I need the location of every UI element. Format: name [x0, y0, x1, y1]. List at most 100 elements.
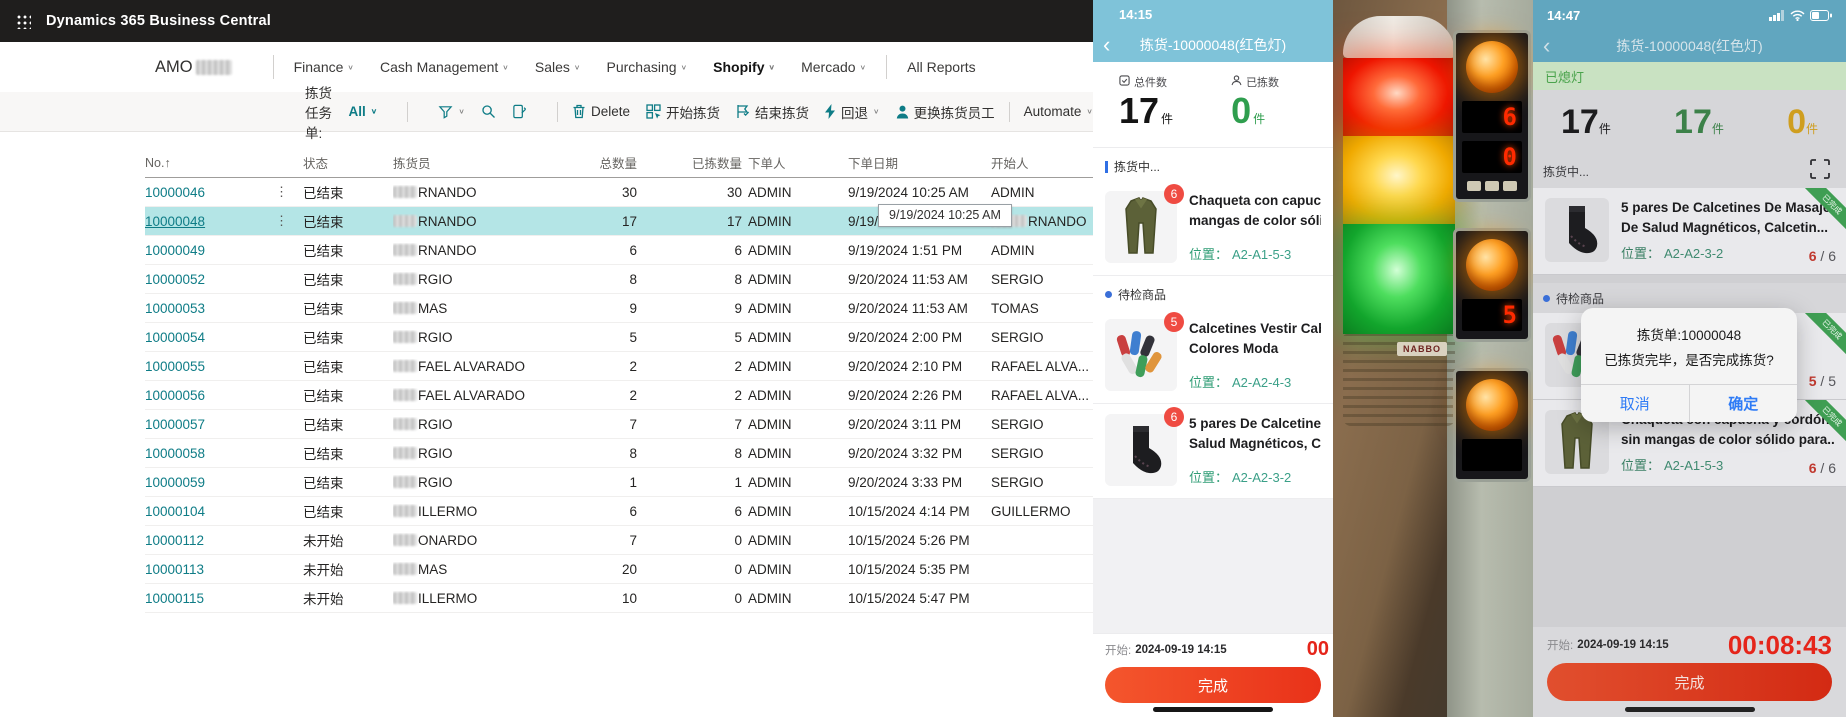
action-trash-button[interactable]: Delete [572, 104, 630, 119]
starter-name: TOMAS [991, 301, 1039, 316]
table-row[interactable]: 10000059已结束RGIO11ADMIN9/20/2024 3:33 PMS… [145, 468, 1093, 497]
led-digit-display [1462, 439, 1522, 471]
module-button[interactable] [1485, 181, 1499, 191]
record-number-link[interactable]: 10000104 [145, 504, 275, 519]
search-button[interactable] [481, 104, 496, 119]
record-number-link[interactable]: 10000056 [145, 388, 275, 403]
picked-qty-cell: 0 [643, 562, 748, 577]
chevron-down-icon: ∨ [574, 63, 581, 72]
table-row[interactable]: 10000053已结束MAS99ADMIN9/20/2024 11:53 AMT… [145, 294, 1093, 323]
table-row[interactable]: 10000049已结束RNANDO66ADMIN9/19/2024 1:51 P… [145, 236, 1093, 265]
nav-item-cash-management[interactable]: Cash Management∨ [380, 59, 509, 75]
person-icon [1231, 75, 1242, 89]
record-number-link[interactable]: 10000059 [145, 475, 275, 490]
starter-name: SERGIO [991, 417, 1044, 432]
nav-item-label: Mercado [801, 59, 855, 75]
table-row[interactable]: 10000055已结束FAEL ALVARADO22ADMIN9/20/2024… [145, 352, 1093, 381]
record-number-link[interactable]: 10000055 [145, 359, 275, 374]
page-title: 拣货-10000048(红色灯) [1093, 35, 1333, 55]
record-number-link[interactable]: 10000058 [145, 446, 275, 461]
scan-icon[interactable] [1808, 157, 1832, 186]
redacted-text [393, 563, 417, 575]
table-row[interactable]: 10000113未开始MAS200ADMIN10/15/2024 5:35 PM [145, 555, 1093, 584]
stat-已拣数: 已拣数0件 [1231, 74, 1279, 147]
action-bolt-button[interactable]: 回退∨ [825, 102, 880, 122]
order-date-cell: 10/15/2024 4:14 PM [848, 504, 991, 519]
record-number-link[interactable]: 10000115 [145, 591, 275, 606]
product-card[interactable]: 65 pares De Calcetines De M Salud Magnét… [1093, 404, 1333, 499]
product-card[interactable]: 5Calcetines Vestir Caballero Colores Mod… [1093, 309, 1333, 404]
automate-dropdown[interactable]: Automate∨ [1024, 104, 1093, 119]
record-number-link[interactable]: 10000057 [145, 417, 275, 432]
action-grid-button[interactable]: 开始拣货 [646, 102, 720, 122]
nav-item-mercado[interactable]: Mercado∨ [801, 59, 866, 75]
starter-name: SERGIO [991, 330, 1044, 345]
table-row[interactable]: 10000052已结束RGIO88ADMIN9/20/2024 11:53 AM… [145, 265, 1093, 294]
table-row[interactable]: 10000056已结束FAEL ALVARADO22ADMIN9/20/2024… [145, 381, 1093, 410]
filter-all-dropdown[interactable]: All∨ [349, 104, 378, 119]
orderer-cell: ADMIN [748, 446, 848, 461]
edit-list-button[interactable] [512, 104, 527, 119]
module-button[interactable] [1503, 181, 1517, 191]
starter-name: SERGIO [991, 475, 1044, 490]
complete-button[interactable]: 完成 [1105, 667, 1321, 703]
status-icons [1769, 10, 1832, 21]
product-card[interactable]: 已完成5 pares De Calcetines De Masaje De Sa… [1533, 188, 1846, 275]
nav-bar: ‹ 拣货-10000048(红色灯) [1533, 30, 1846, 62]
table-row[interactable]: 10000054已结束RGIO55ADMIN9/20/2024 2:00 PMS… [145, 323, 1093, 352]
nav-item-shopify[interactable]: Shopify∨ [713, 59, 775, 75]
picked-qty-cell: 0 [643, 533, 748, 548]
record-number-link[interactable]: 10000112 [145, 533, 275, 548]
column-header: 总数量 [571, 153, 643, 172]
picked-qty-cell: 5 [643, 330, 748, 345]
table-row[interactable]: 10000046⋮已结束RNANDO3030ADMIN9/19/2024 10:… [145, 178, 1093, 207]
picking-section-row: 拣货中... [1533, 154, 1846, 188]
row-menu-icon[interactable]: ⋮ [275, 213, 303, 229]
cancel-button[interactable]: 取消 [1581, 385, 1689, 422]
total-qty-cell: 9 [571, 301, 643, 316]
record-number-link[interactable]: 10000052 [145, 272, 275, 287]
ribbon-label: 已完成 [1804, 313, 1846, 355]
nav-item-all-reports[interactable]: All Reports [907, 59, 975, 75]
order-date-cell: 10/15/2024 5:26 PM [848, 533, 991, 548]
location-row: 位置：A2-A1-5-3 [1621, 455, 1834, 474]
location-value: A2-A2-3-2 [1664, 246, 1723, 261]
filter-button[interactable]: ∨ [438, 104, 465, 119]
nav-item-sales[interactable]: Sales∨ [535, 59, 581, 75]
redacted-text [393, 592, 417, 604]
nav-item-finance[interactable]: Finance∨ [294, 59, 354, 75]
search-icon [481, 104, 496, 119]
record-number-link[interactable]: 10000113 [145, 562, 275, 577]
record-number-link[interactable]: 10000054 [145, 330, 275, 345]
record-number-link[interactable]: 10000048 [145, 214, 275, 229]
confirm-button[interactable]: 确定 [1689, 385, 1798, 422]
table-row[interactable]: 10000104已结束ILLERMO66ADMIN10/15/2024 4:14… [145, 497, 1093, 526]
column-header: 开始人 [991, 153, 1093, 172]
table-row[interactable]: 10000057已结束RGIO77ADMIN9/20/2024 3:11 PMS… [145, 410, 1093, 439]
table-row[interactable]: 10000112未开始ONARDO70ADMIN10/15/2024 5:26 … [145, 526, 1093, 555]
product-card[interactable]: 6Chaqueta con capucha y co mangas de col… [1093, 181, 1333, 276]
record-number-link[interactable]: 10000046 [145, 185, 275, 200]
order-date-cell: 9/19/2024 1:51 PM [848, 243, 991, 258]
row-menu-icon[interactable]: ⋮ [275, 184, 303, 200]
nav-item-purchasing[interactable]: Purchasing∨ [607, 59, 688, 75]
complete-button[interactable]: 完成 [1547, 663, 1832, 701]
record-number-link[interactable]: 10000049 [145, 243, 275, 258]
table-row[interactable]: 10000058已结束RGIO88ADMIN9/20/2024 3:32 PMS… [145, 439, 1093, 468]
redacted-text [393, 215, 417, 227]
chevron-down-icon: ∨ [873, 107, 880, 116]
record-number-link[interactable]: 10000053 [145, 301, 275, 316]
redacted-text [393, 244, 417, 256]
action-flag-button[interactable]: 结束拣货 [736, 102, 809, 122]
company-name[interactable]: AMO [155, 58, 233, 77]
app-launcher-icon[interactable] [15, 13, 31, 29]
column-header: 拣货员 [393, 153, 571, 172]
yellow-light [1343, 136, 1455, 224]
product-title: Chaqueta con capucha y co mangas de colo… [1189, 191, 1321, 232]
table-row[interactable]: 10000115未开始ILLERMO100ADMIN10/15/2024 5:4… [145, 584, 1093, 613]
action-person-button[interactable]: 更换拣货员工 [896, 102, 995, 122]
funnel-icon [438, 104, 453, 119]
section-text: 待检商品 [1118, 286, 1166, 303]
module-button[interactable] [1467, 181, 1481, 191]
starter-cell: SERGIO [991, 330, 1093, 345]
